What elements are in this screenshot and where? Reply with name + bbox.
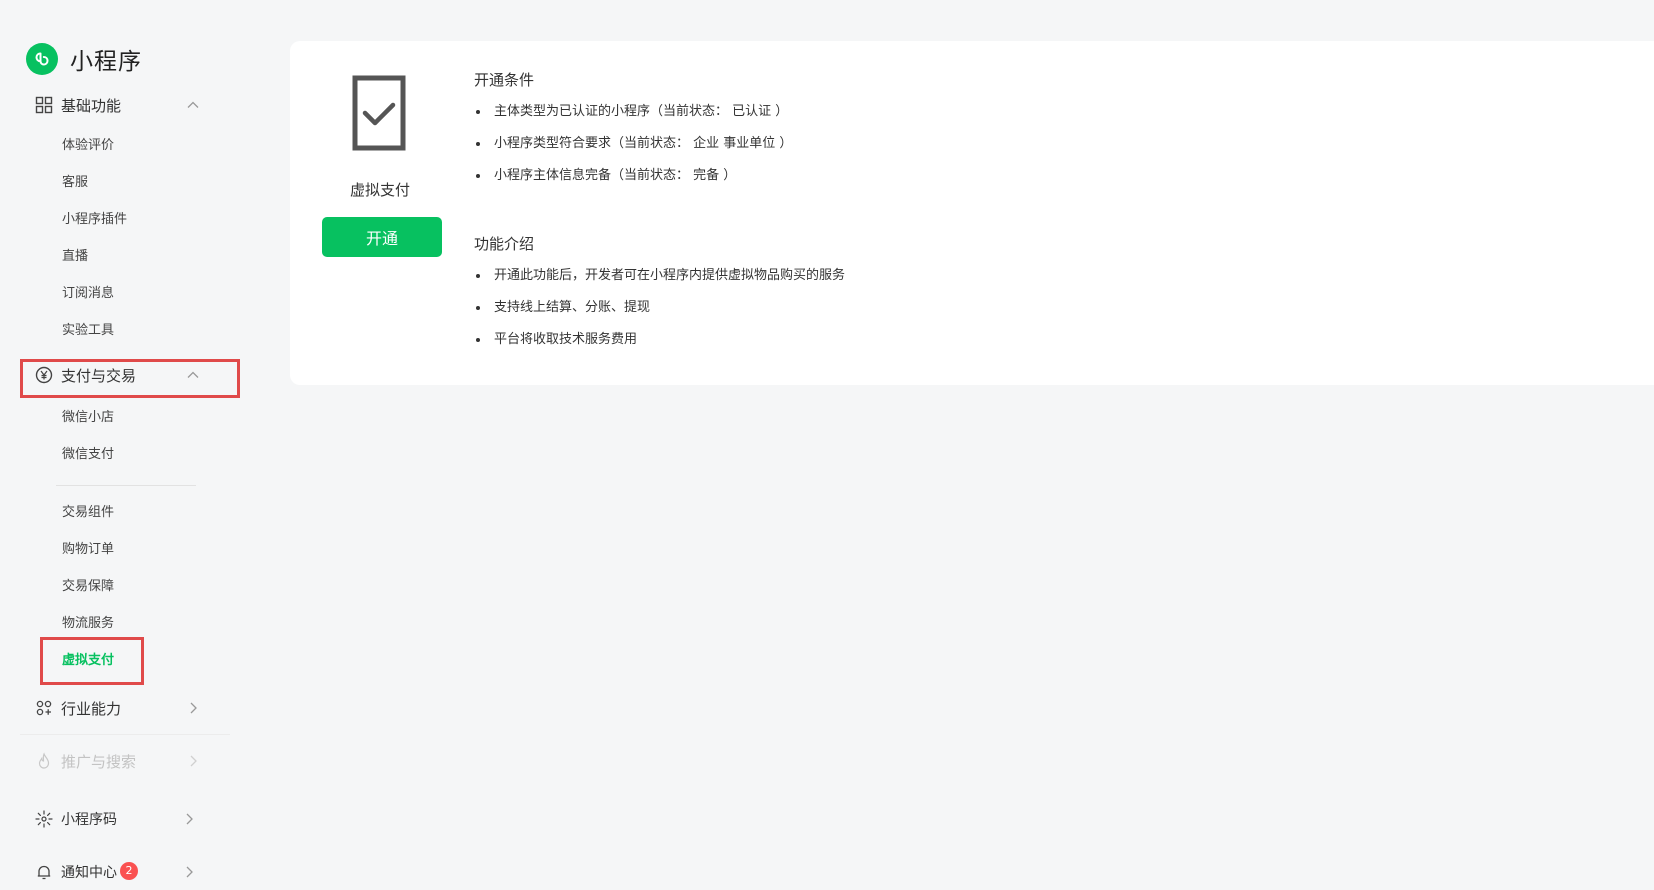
chevron-right-icon[interactable] — [186, 701, 200, 715]
chevron-right-icon[interactable] — [186, 754, 200, 768]
nav-section-mini-program-code[interactable]: 小程序码 — [0, 801, 240, 837]
app-logo[interactable]: 小程序 — [26, 42, 142, 76]
nav-section-label: 小程序码 — [61, 812, 117, 828]
document-check-icon — [352, 75, 406, 151]
sidebar-item-wechat-pay[interactable]: 微信支付 — [62, 445, 114, 465]
sidebar-item-live[interactable]: 直播 — [62, 247, 88, 267]
nav-section-basic-functions[interactable]: 基础功能 — [0, 87, 240, 123]
sidebar-item-virtual-payment[interactable]: 虚拟支付 — [62, 651, 114, 671]
sidebar-item-lab-tools[interactable]: 实验工具 — [62, 321, 114, 341]
sidebar-item-plugins[interactable]: 小程序插件 — [62, 210, 127, 230]
sidebar-item-wechat-shop[interactable]: 微信小店 — [62, 408, 114, 428]
nav-section-label: 基础功能 — [61, 96, 122, 115]
nav-section-payment-trade[interactable]: 支付与交易 — [0, 357, 240, 393]
sidebar-item-customer-service[interactable]: 客服 — [62, 173, 88, 193]
nav-section-label-text: 通知中心 — [61, 865, 117, 881]
nav-section-promotion-search[interactable]: 推广与搜索 — [0, 743, 240, 779]
conditions-list: 主体类型为已认证的小程序（当前状态： 已认证 ） 小程序类型符合要求（当前状态：… — [474, 101, 792, 197]
sidebar-item-logistics[interactable]: 物流服务 — [62, 614, 114, 634]
app-title: 小程序 — [70, 49, 142, 75]
industry-icon — [36, 700, 52, 716]
list-item: 支持线上结算、分账、提现 — [474, 297, 845, 329]
sidebar: 小程序 基础功能 体验评价 客服 小程序插件 直播 订阅消息 实验工具 支付与交… — [0, 0, 240, 881]
function-name: 虚拟支付 — [349, 181, 410, 199]
qrcode-sun-icon — [35, 810, 53, 828]
nav-section-notification-center[interactable]: 通知中心 2 — [0, 854, 240, 890]
mini-program-logo-icon — [26, 43, 58, 75]
intro-list: 开通此功能后，开发者可在小程序内提供虚拟物品购买的服务 支持线上结算、分账、提现… — [474, 265, 845, 361]
chevron-right-icon[interactable] — [182, 812, 196, 826]
sidebar-item-trade-component[interactable]: 交易组件 — [62, 503, 114, 523]
sidebar-divider — [20, 734, 230, 735]
notification-badge: 2 — [120, 862, 138, 880]
sidebar-item-trade-guarantee[interactable]: 交易保障 — [62, 577, 114, 597]
bell-icon — [37, 865, 51, 880]
list-item: 主体类型为已认证的小程序（当前状态： 已认证 ） — [474, 101, 792, 133]
conditions-title: 开通条件 — [474, 71, 535, 89]
list-item: 开通此功能后，开发者可在小程序内提供虚拟物品购买的服务 — [474, 265, 845, 297]
list-item: 平台将收取技术服务费用 — [474, 329, 845, 361]
list-item: 小程序主体信息完备（当前状态： 完备 ） — [474, 165, 792, 197]
nav-section-industry[interactable]: 行业能力 — [0, 690, 240, 726]
nav-section-label: 推广与搜索 — [61, 752, 137, 771]
nav-section-label: 通知中心 2 — [61, 862, 138, 882]
open-button[interactable]: 开通 — [322, 217, 442, 257]
chevron-up-icon[interactable] — [186, 368, 200, 382]
list-item: 小程序类型符合要求（当前状态： 企业 事业单位 ） — [474, 133, 792, 165]
flame-icon — [38, 752, 50, 769]
yen-circle-icon — [35, 366, 53, 384]
nav-section-label: 支付与交易 — [61, 366, 137, 385]
intro-title: 功能介绍 — [474, 235, 535, 253]
sidebar-item-experience-rating[interactable]: 体验评价 — [62, 136, 114, 156]
chevron-right-icon[interactable] — [182, 865, 196, 879]
sidebar-divider — [56, 485, 196, 486]
sidebar-item-subscribe-message[interactable]: 订阅消息 — [62, 284, 114, 304]
sidebar-item-shopping-orders[interactable]: 购物订单 — [62, 540, 114, 560]
nav-section-label: 行业能力 — [61, 699, 122, 718]
chevron-up-icon[interactable] — [186, 98, 200, 112]
function-detail-card: 虚拟支付 开通 开通条件 主体类型为已认证的小程序（当前状态： 已认证 ） 小程… — [290, 41, 1654, 385]
grid-icon — [35, 96, 53, 114]
